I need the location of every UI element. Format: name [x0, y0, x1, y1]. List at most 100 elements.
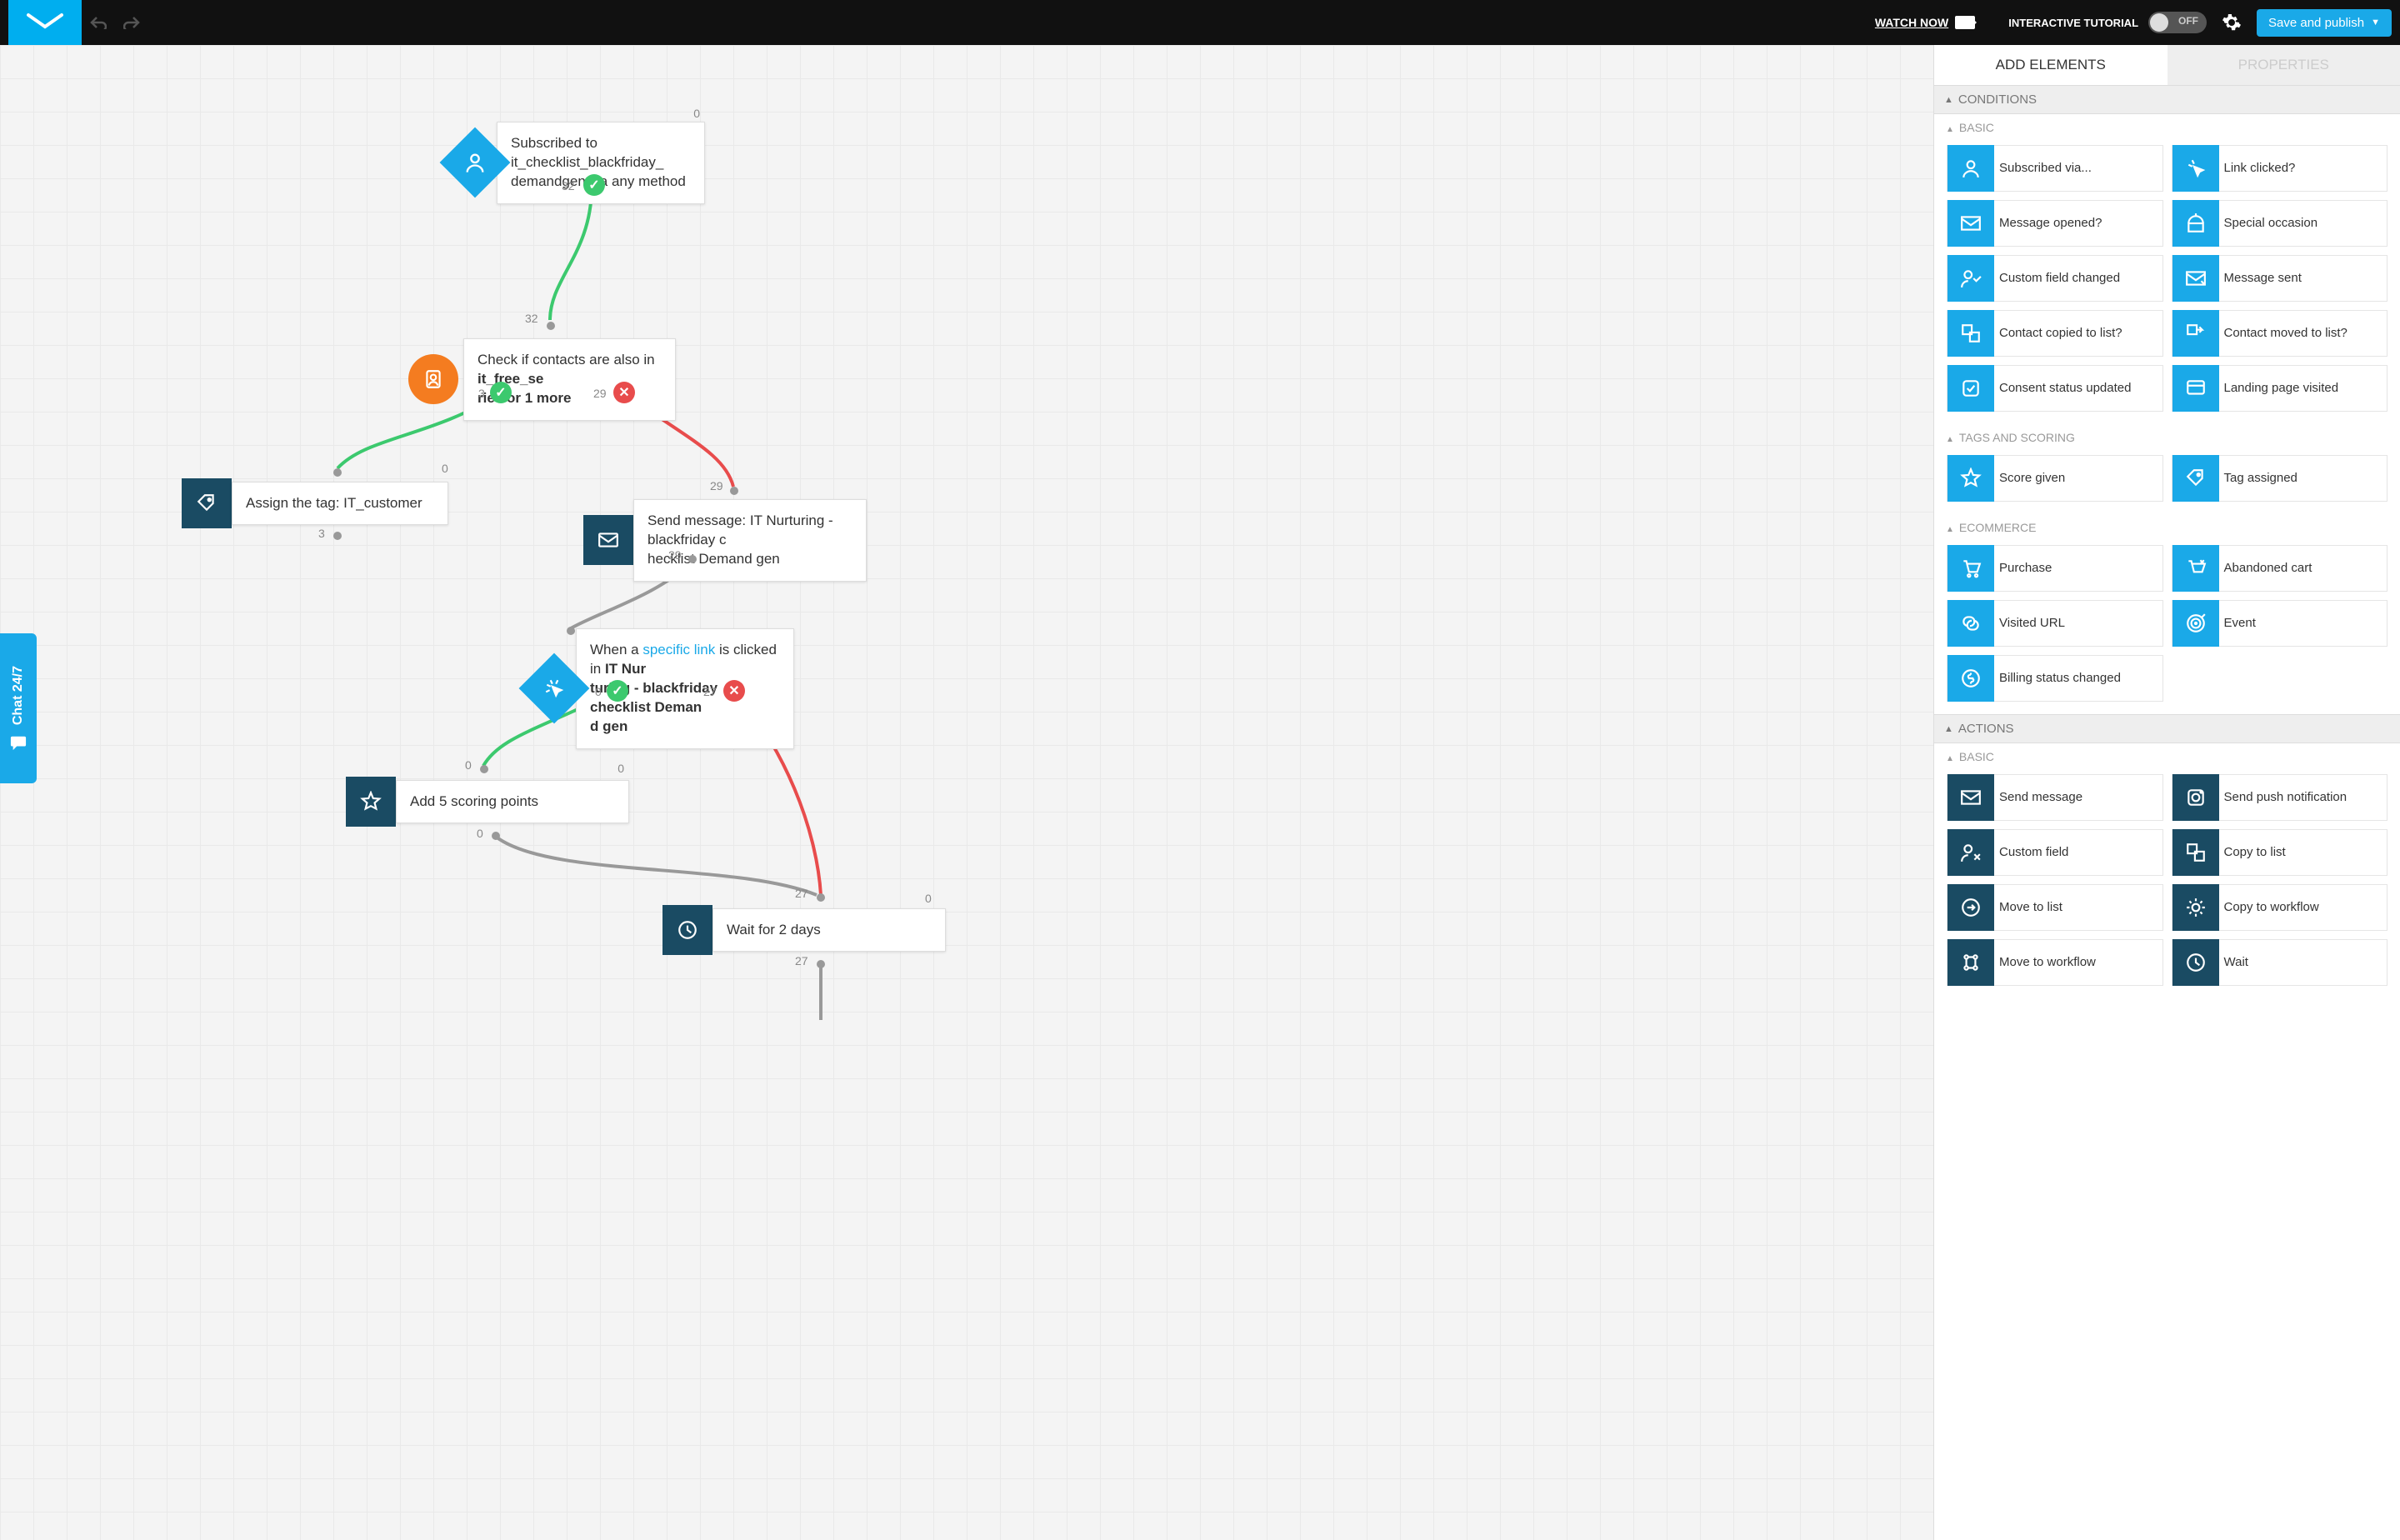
tile-send-push-notification[interactable]: Send push notification	[2172, 774, 2388, 821]
tile-custom-field[interactable]: Custom field	[1947, 829, 2163, 876]
tile-event[interactable]: Event	[2172, 600, 2388, 647]
tile-icon	[1948, 545, 1994, 592]
tile-consent-status-updated[interactable]: Consent status updated	[1947, 365, 2163, 412]
tile-label: Move to list	[1994, 900, 2068, 916]
caret-down-icon: ▼	[2371, 18, 2380, 28]
settings-icon[interactable]	[2222, 12, 2242, 32]
tile-icon	[2172, 600, 2219, 647]
tile-label: Event	[2219, 616, 2261, 632]
x-icon: ✕	[613, 382, 635, 403]
section-actions[interactable]: ▲ACTIONS	[1934, 714, 2400, 743]
tile-label: Copy to workflow	[2219, 900, 2324, 916]
tutorial-toggle[interactable]: OFF	[2148, 12, 2207, 33]
subsection-basic[interactable]: ▲BASIC	[1934, 114, 2400, 141]
tile-message-sent[interactable]: Message sent	[2172, 255, 2388, 302]
tile-contact-moved-to-list-[interactable]: Contact moved to list?	[2172, 310, 2388, 357]
tile-label: Billing status changed	[1994, 671, 2126, 687]
tile-wait[interactable]: Wait	[2172, 939, 2388, 986]
tile-score-given[interactable]: Score given	[1947, 455, 2163, 502]
tile-icon	[1948, 255, 1994, 302]
tile-copy-to-list[interactable]: Copy to list	[2172, 829, 2388, 876]
node-wait[interactable]: Wait for 2 days	[662, 905, 946, 955]
toggle-off-label: OFF	[2178, 15, 2198, 27]
tile-icon	[1948, 145, 1994, 192]
video-icon	[1955, 16, 1975, 29]
tile-icon	[1948, 829, 1994, 876]
node-score[interactable]: Add 5 scoring points 0	[346, 777, 629, 827]
tile-label: Link clicked?	[2219, 161, 2301, 177]
redo-button[interactable]	[115, 10, 148, 35]
tile-landing-page-visited[interactable]: Landing page visited	[2172, 365, 2388, 412]
tile-icon	[2172, 884, 2219, 931]
tile-icon	[2172, 455, 2219, 502]
chat-tab[interactable]: Chat 24/7	[0, 633, 37, 783]
node-subscribed[interactable]: Subscribed to it_checklist_blackfriday_ …	[450, 122, 705, 204]
chat-icon	[9, 734, 28, 751]
save-publish-button[interactable]: Save and publish▼	[2257, 9, 2392, 37]
tile-move-to-workflow[interactable]: Move to workflow	[1947, 939, 2163, 986]
node-send-message[interactable]: Send message: IT Nurturing - blackfriday…	[583, 499, 867, 582]
tile-tag-assigned[interactable]: Tag assigned	[2172, 455, 2388, 502]
tile-message-opened-[interactable]: Message opened?	[1947, 200, 2163, 247]
tile-send-message[interactable]: Send message	[1947, 774, 2163, 821]
tutorial-label: INTERACTIVE TUTORIAL	[2008, 17, 2138, 29]
watch-now-link[interactable]: WATCH NOW	[1875, 16, 1948, 29]
tile-icon	[1948, 884, 1994, 931]
undo-button[interactable]	[82, 10, 115, 35]
tile-icon	[1948, 455, 1994, 502]
tab-properties[interactable]: PROPERTIES	[2168, 45, 2400, 85]
tile-label: Message sent	[2219, 271, 2307, 287]
tile-label: Consent status updated	[1994, 381, 2136, 397]
tile-label: Contact copied to list?	[1994, 326, 2128, 342]
check-icon: ✓	[490, 382, 512, 403]
tile-contact-copied-to-list-[interactable]: Contact copied to list?	[1947, 310, 2163, 357]
subsection-ecom[interactable]: ▲ECOMMERCE	[1934, 514, 2400, 541]
tile-label: Wait	[2219, 955, 2253, 971]
node-link-clicked[interactable]: When a specific link is clicked in IT Nu…	[529, 628, 794, 749]
workflow-canvas[interactable]: Subscribed to it_checklist_blackfriday_ …	[0, 45, 1933, 1540]
node-assign-tag[interactable]: Assign the tag: IT_customer	[182, 478, 448, 528]
tile-icon	[1948, 655, 1994, 702]
tile-abandoned-cart[interactable]: Abandoned cart	[2172, 545, 2388, 592]
check-icon: ✓	[583, 174, 605, 196]
tile-purchase[interactable]: Purchase	[1947, 545, 2163, 592]
x-icon: ✕	[723, 680, 745, 702]
tile-icon	[1948, 365, 1994, 412]
subsection-tags[interactable]: ▲TAGS AND SCORING	[1934, 424, 2400, 451]
tile-label: Landing page visited	[2219, 381, 2344, 397]
tile-custom-field-changed[interactable]: Custom field changed	[1947, 255, 2163, 302]
tile-billing-status-changed[interactable]: Billing status changed	[1947, 655, 2163, 702]
tile-icon	[2172, 829, 2219, 876]
specific-link[interactable]: specific link	[642, 642, 715, 658]
tile-move-to-list[interactable]: Move to list	[1947, 884, 2163, 931]
tile-label: Purchase	[1994, 561, 2057, 577]
tile-copy-to-workflow[interactable]: Copy to workflow	[2172, 884, 2388, 931]
tile-icon	[1948, 310, 1994, 357]
tile-icon	[2172, 145, 2219, 192]
node-check-list[interactable]: Check if contacts are also in it_free_se…	[408, 338, 676, 421]
tile-link-clicked-[interactable]: Link clicked?	[2172, 145, 2388, 192]
top-bar: WATCH NOW INTERACTIVE TUTORIAL OFF Save …	[0, 0, 2400, 45]
tile-label: Custom field	[1994, 845, 2073, 861]
tile-label: Tag assigned	[2219, 471, 2302, 487]
tile-label: Abandoned cart	[2219, 561, 2318, 577]
tile-label: Special occasion	[2219, 216, 2323, 232]
app-logo[interactable]	[8, 0, 82, 45]
sidebar: ADD ELEMENTS PROPERTIES ▲CONDITIONS ▲BAS…	[1933, 45, 2400, 1540]
tile-label: Subscribed via...	[1994, 161, 2097, 177]
tile-icon	[1948, 600, 1994, 647]
check-icon: ✓	[607, 680, 628, 702]
section-conditions[interactable]: ▲CONDITIONS	[1934, 85, 2400, 114]
tile-visited-url[interactable]: Visited URL	[1947, 600, 2163, 647]
tile-icon	[2172, 200, 2219, 247]
tile-label: Score given	[1994, 471, 2070, 487]
tile-special-occasion[interactable]: Special occasion	[2172, 200, 2388, 247]
tile-label: Send message	[1994, 790, 2088, 806]
tile-subscribed-via-[interactable]: Subscribed via...	[1947, 145, 2163, 192]
tab-add-elements[interactable]: ADD ELEMENTS	[1934, 45, 2168, 85]
tile-label: Message opened?	[1994, 216, 2107, 232]
tile-icon	[2172, 310, 2219, 357]
tile-icon	[2172, 545, 2219, 592]
tile-icon	[1948, 774, 1994, 821]
subsection-basic-actions[interactable]: ▲BASIC	[1934, 743, 2400, 770]
